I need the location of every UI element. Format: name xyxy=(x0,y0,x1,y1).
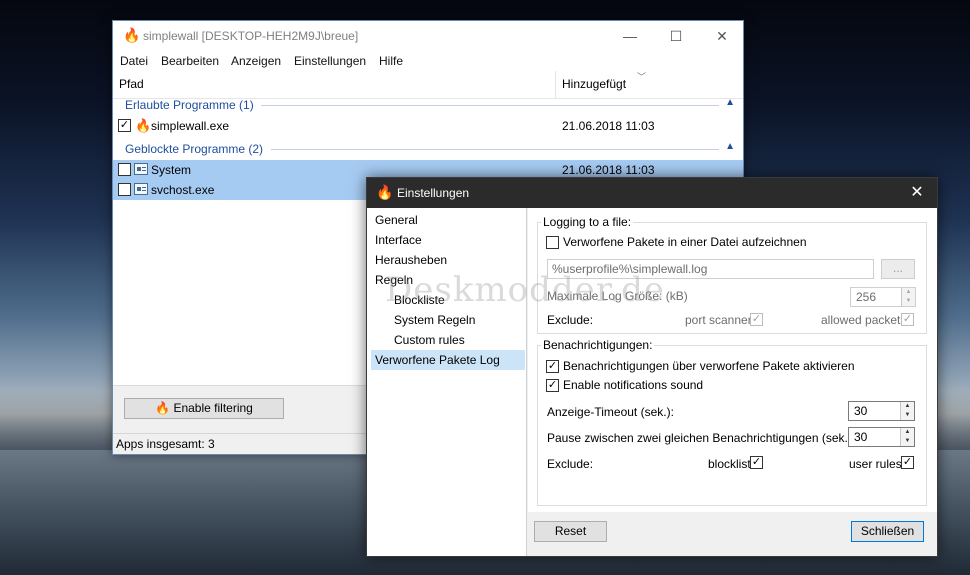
menu-bearbeiten[interactable]: Bearbeiten xyxy=(161,54,219,68)
menu-anzeigen[interactable]: Anzeigen xyxy=(231,54,281,68)
close-settings-button[interactable]: Schließen xyxy=(851,521,924,542)
notifications-enable-checkbox[interactable]: ✓ xyxy=(546,360,559,373)
main-titlebar[interactable]: 🔥 simplewall [DESKTOP-HEH2M9J\breue] — ☐… xyxy=(113,21,743,51)
notifications-exclude-label: Exclude: xyxy=(547,457,594,471)
notification-sound-label: Enable notifications sound xyxy=(563,378,704,392)
flame-icon: 🔥 xyxy=(123,27,141,43)
max-size-value: 256 xyxy=(856,290,877,304)
log-enable-label: Verworfene Pakete in einer Datei aufzeic… xyxy=(563,235,807,249)
max-size-label: Maximale Log Größe: (kB) xyxy=(547,289,688,303)
browse-button[interactable]: ... xyxy=(881,259,915,279)
pause-label: Pause zwischen zwei gleichen Benachricht… xyxy=(547,431,856,445)
pause-spinner[interactable]: 30 ▲ ▼ xyxy=(848,427,915,447)
allowed-packets-label: allowed packets xyxy=(821,313,907,327)
row-name: simplewall.exe xyxy=(151,119,230,133)
spin-down-icon[interactable]: ▼ xyxy=(900,437,914,446)
row-name: System xyxy=(151,163,192,177)
enable-filtering-label: Enable filtering xyxy=(173,401,253,415)
timeout-value: 30 xyxy=(854,404,868,418)
row-checkbox[interactable] xyxy=(118,163,131,176)
nav-item-general[interactable]: General xyxy=(367,210,526,230)
sort-chevron-icon: ﹀ xyxy=(637,72,647,82)
nav-item-regeln[interactable]: Regeln xyxy=(367,270,526,290)
log-enable-checkbox[interactable] xyxy=(546,236,559,249)
maximize-button[interactable]: ☐ xyxy=(653,21,699,51)
group-geblockte-programme[interactable]: Geblockte Programme (2) ▲ xyxy=(113,139,743,159)
minimize-button[interactable]: — xyxy=(607,21,653,51)
notifications-enable-label: Benachrichtigungen über verworfene Paket… xyxy=(563,359,855,373)
log-exclude-label: Exclude: xyxy=(547,313,594,327)
nav-item-interface[interactable]: Interface xyxy=(367,230,526,250)
spin-up-icon[interactable]: ▲ xyxy=(901,288,915,297)
group-label: Geblockte Programme (2) xyxy=(125,142,264,156)
max-size-spinner[interactable]: 256 ▲ ▼ xyxy=(850,287,916,307)
allowed-packets-checkbox[interactable]: ✓ xyxy=(901,313,914,326)
spin-up-icon[interactable]: ▲ xyxy=(900,428,914,437)
row-date: 21.06.2018 11:03 xyxy=(562,119,655,133)
menu-einstellungen[interactable]: Einstellungen xyxy=(294,54,366,68)
port-scanner-checkbox[interactable]: ✓ xyxy=(750,313,763,326)
spin-up-icon[interactable]: ▲ xyxy=(900,402,914,411)
nav-item-system-regeln[interactable]: System Regeln xyxy=(367,310,526,330)
user-rules-checkbox[interactable]: ✓ xyxy=(901,456,914,469)
timeout-label: Anzeige-Timeout (sek.): xyxy=(547,405,674,419)
flame-icon: 🔥 xyxy=(135,118,152,133)
row-checkbox[interactable]: ✓ xyxy=(118,119,131,132)
notifications-group-label: Benachrichtigungen: xyxy=(541,338,655,352)
notification-sound-checkbox[interactable]: ✓ xyxy=(546,379,559,392)
spin-down-icon[interactable]: ▼ xyxy=(900,411,914,420)
system-window-icon xyxy=(134,163,148,175)
nav-item-blockliste[interactable]: Blockliste xyxy=(367,290,526,310)
blocklist-label: blocklist xyxy=(708,457,751,471)
port-scanner-label: port scanner xyxy=(685,313,752,327)
group-divider-line xyxy=(261,105,719,106)
menu-bar: Datei Bearbeiten Anzeigen Einstellungen … xyxy=(113,52,743,71)
table-row[interactable]: ✓ 🔥 simplewall.exe 21.06.2018 11:03 xyxy=(113,116,743,136)
settings-footer: Reset Schließen xyxy=(528,512,937,556)
settings-content: Logging to a file: Verworfene Pakete in … xyxy=(528,208,937,556)
main-window-title: simplewall [DESKTOP-HEH2M9J\breue] xyxy=(143,29,359,43)
status-text: Apps insgesamt: 3 xyxy=(116,437,215,451)
logging-group-label: Logging to a file: xyxy=(541,215,634,229)
column-header-pfad[interactable]: Pfad xyxy=(119,77,144,91)
timeout-spinner[interactable]: 30 ▲ ▼ xyxy=(848,401,915,421)
spin-down-icon[interactable]: ▼ xyxy=(901,297,915,306)
nav-item-custom-rules[interactable]: Custom rules xyxy=(367,330,526,350)
group-erlaubte-programme[interactable]: Erlaubte Programme (1) ▲ xyxy=(113,95,743,115)
group-label: Erlaubte Programme (1) xyxy=(125,98,254,112)
blocklist-checkbox[interactable]: ✓ xyxy=(750,456,763,469)
log-path-input[interactable]: %userprofile%\simplewall.log xyxy=(547,259,874,279)
nav-item-verworfene-pakete-log[interactable]: Verworfene Pakete Log xyxy=(371,350,525,370)
pause-value: 30 xyxy=(854,430,868,444)
collapse-chevron-icon[interactable]: ▲ xyxy=(725,141,735,152)
flame-icon: 🔥 xyxy=(376,184,394,200)
close-button[interactable]: ✕ xyxy=(699,21,745,51)
settings-window: 🔥 Einstellungen ✕ General Interface Hera… xyxy=(366,177,938,557)
enable-filtering-button[interactable]: 🔥 Enable filtering xyxy=(124,398,284,419)
user-rules-label: user rules xyxy=(849,457,902,471)
collapse-chevron-icon[interactable]: ▲ xyxy=(725,97,735,108)
settings-window-title: Einstellungen xyxy=(397,186,470,200)
menu-datei[interactable]: Datei xyxy=(120,54,148,68)
menu-hilfe[interactable]: Hilfe xyxy=(379,54,403,68)
row-date: 21.06.2018 11:03 xyxy=(562,163,655,177)
settings-nav: General Interface Herausheben Regeln Blo… xyxy=(367,208,527,556)
system-window-icon xyxy=(134,183,148,195)
settings-close-icon[interactable]: ✕ xyxy=(897,178,937,208)
column-header-hinzugefuegt[interactable]: Hinzugefügt xyxy=(562,77,626,91)
group-divider-line xyxy=(271,149,719,150)
row-checkbox[interactable] xyxy=(118,183,131,196)
nav-item-herausheben[interactable]: Herausheben xyxy=(367,250,526,270)
row-name: svchost.exe xyxy=(151,183,215,197)
settings-titlebar[interactable]: 🔥 Einstellungen ✕ xyxy=(367,178,937,208)
reset-button[interactable]: Reset xyxy=(534,521,607,542)
flame-icon: 🔥 xyxy=(155,401,171,415)
